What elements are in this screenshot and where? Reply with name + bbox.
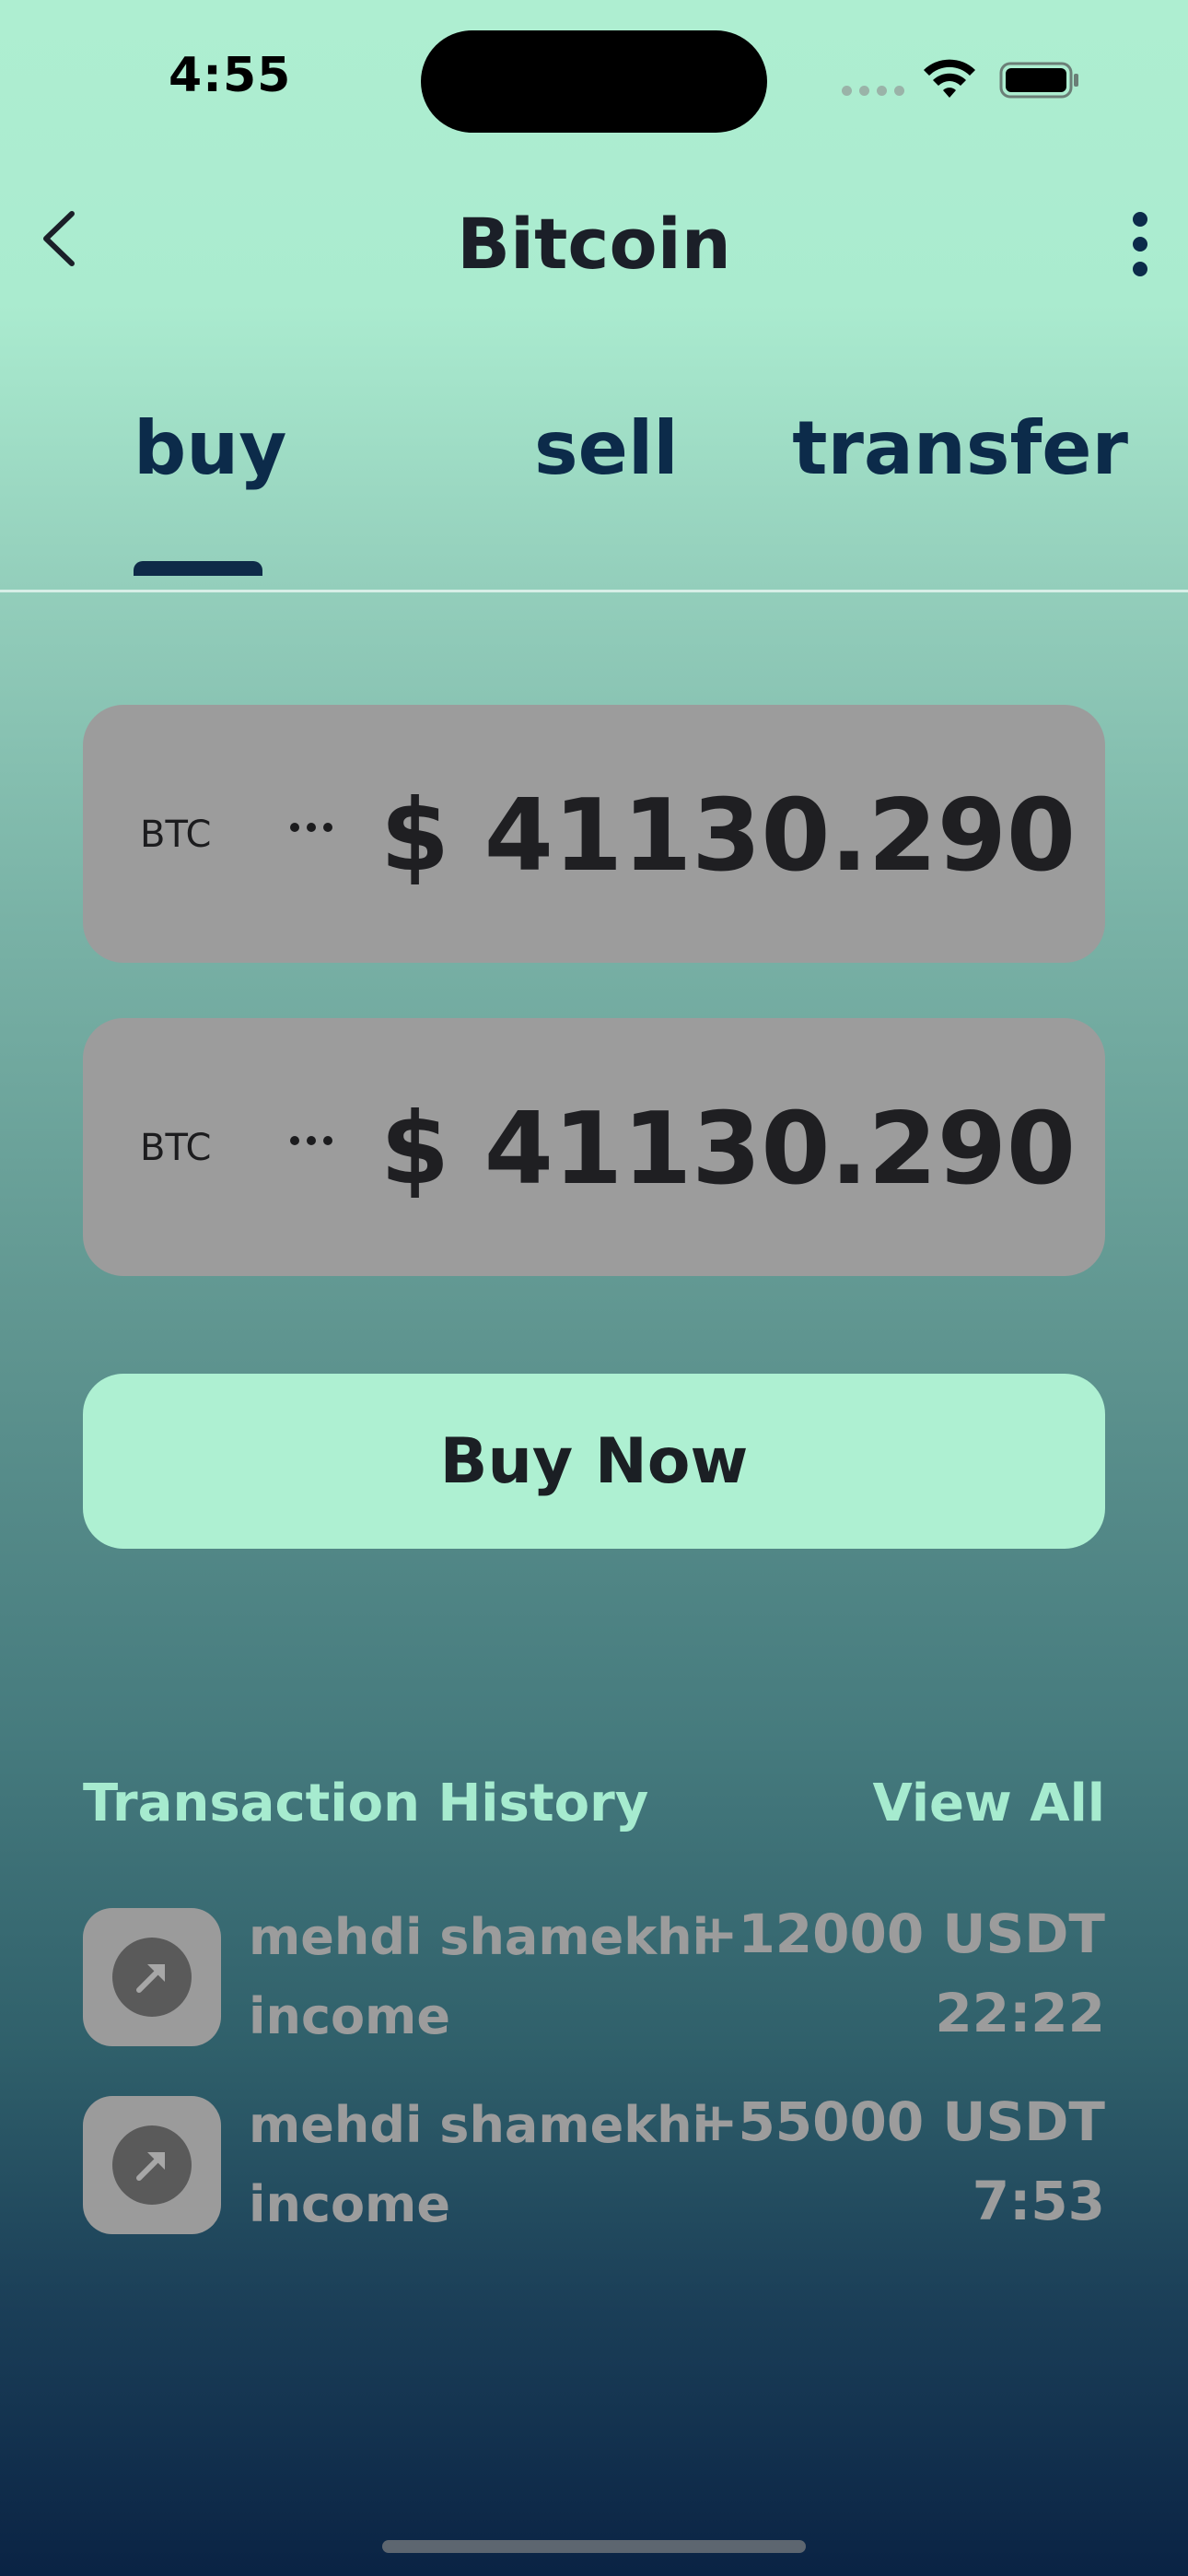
price-input-card[interactable]: BTC $ 41130.290	[83, 705, 1105, 963]
price-amount: $ 41130.290	[380, 779, 1076, 894]
page-title: Bitcoin	[457, 203, 731, 285]
more-horizontal-icon[interactable]	[290, 1136, 332, 1145]
more-vertical-icon[interactable]	[1122, 203, 1159, 286]
tab-sell[interactable]: sell	[534, 405, 679, 491]
arrow-up-right-icon	[112, 2125, 192, 2205]
tab-divider	[0, 590, 1188, 592]
transaction-time: 22:22	[935, 1982, 1105, 2044]
transaction-type: income	[249, 1987, 450, 2045]
transaction-type: income	[249, 2175, 450, 2233]
transaction-icon-box	[83, 2096, 221, 2234]
price-amount: $ 41130.290	[380, 1092, 1076, 1207]
transaction-amount: +12000 USDT	[693, 1903, 1105, 1965]
transaction-item[interactable]: mehdi shamekhi income +12000 USDT 22:22	[83, 1903, 1105, 2046]
buy-now-button[interactable]: Buy Now	[83, 1374, 1105, 1549]
transaction-time: 7:53	[972, 2170, 1105, 2232]
currency-symbol: BTC	[140, 814, 212, 856]
status-time: 4:55	[169, 48, 292, 103]
more-horizontal-icon[interactable]	[290, 823, 332, 832]
tab-buy[interactable]: buy	[134, 405, 286, 491]
price-input-card[interactable]: BTC $ 41130.290	[83, 1018, 1105, 1276]
wifi-icon	[924, 59, 975, 98]
view-all-link[interactable]: View All	[873, 1774, 1106, 1833]
transaction-item[interactable]: mehdi shamekhi income +55000 USDT 7:53	[83, 2090, 1105, 2234]
battery-icon	[999, 62, 1078, 99]
active-tab-indicator	[134, 561, 262, 576]
arrow-up-right-icon	[112, 1938, 192, 2017]
transaction-name: mehdi shamekhi	[249, 1908, 710, 1966]
tab-transfer[interactable]: transfer	[792, 405, 1128, 491]
transaction-name: mehdi shamekhi	[249, 2096, 710, 2154]
transaction-icon-box	[83, 1908, 221, 2046]
screen: 4:55 Bitcoin buy sell transfer BTC $ 411…	[0, 0, 1188, 2576]
dynamic-island	[421, 30, 767, 133]
signal-icon	[842, 86, 904, 96]
transaction-history-title: Transaction History	[83, 1774, 649, 1833]
home-indicator[interactable]	[382, 2540, 806, 2553]
currency-symbol: BTC	[140, 1127, 212, 1169]
transaction-amount: +55000 USDT	[693, 2090, 1105, 2153]
